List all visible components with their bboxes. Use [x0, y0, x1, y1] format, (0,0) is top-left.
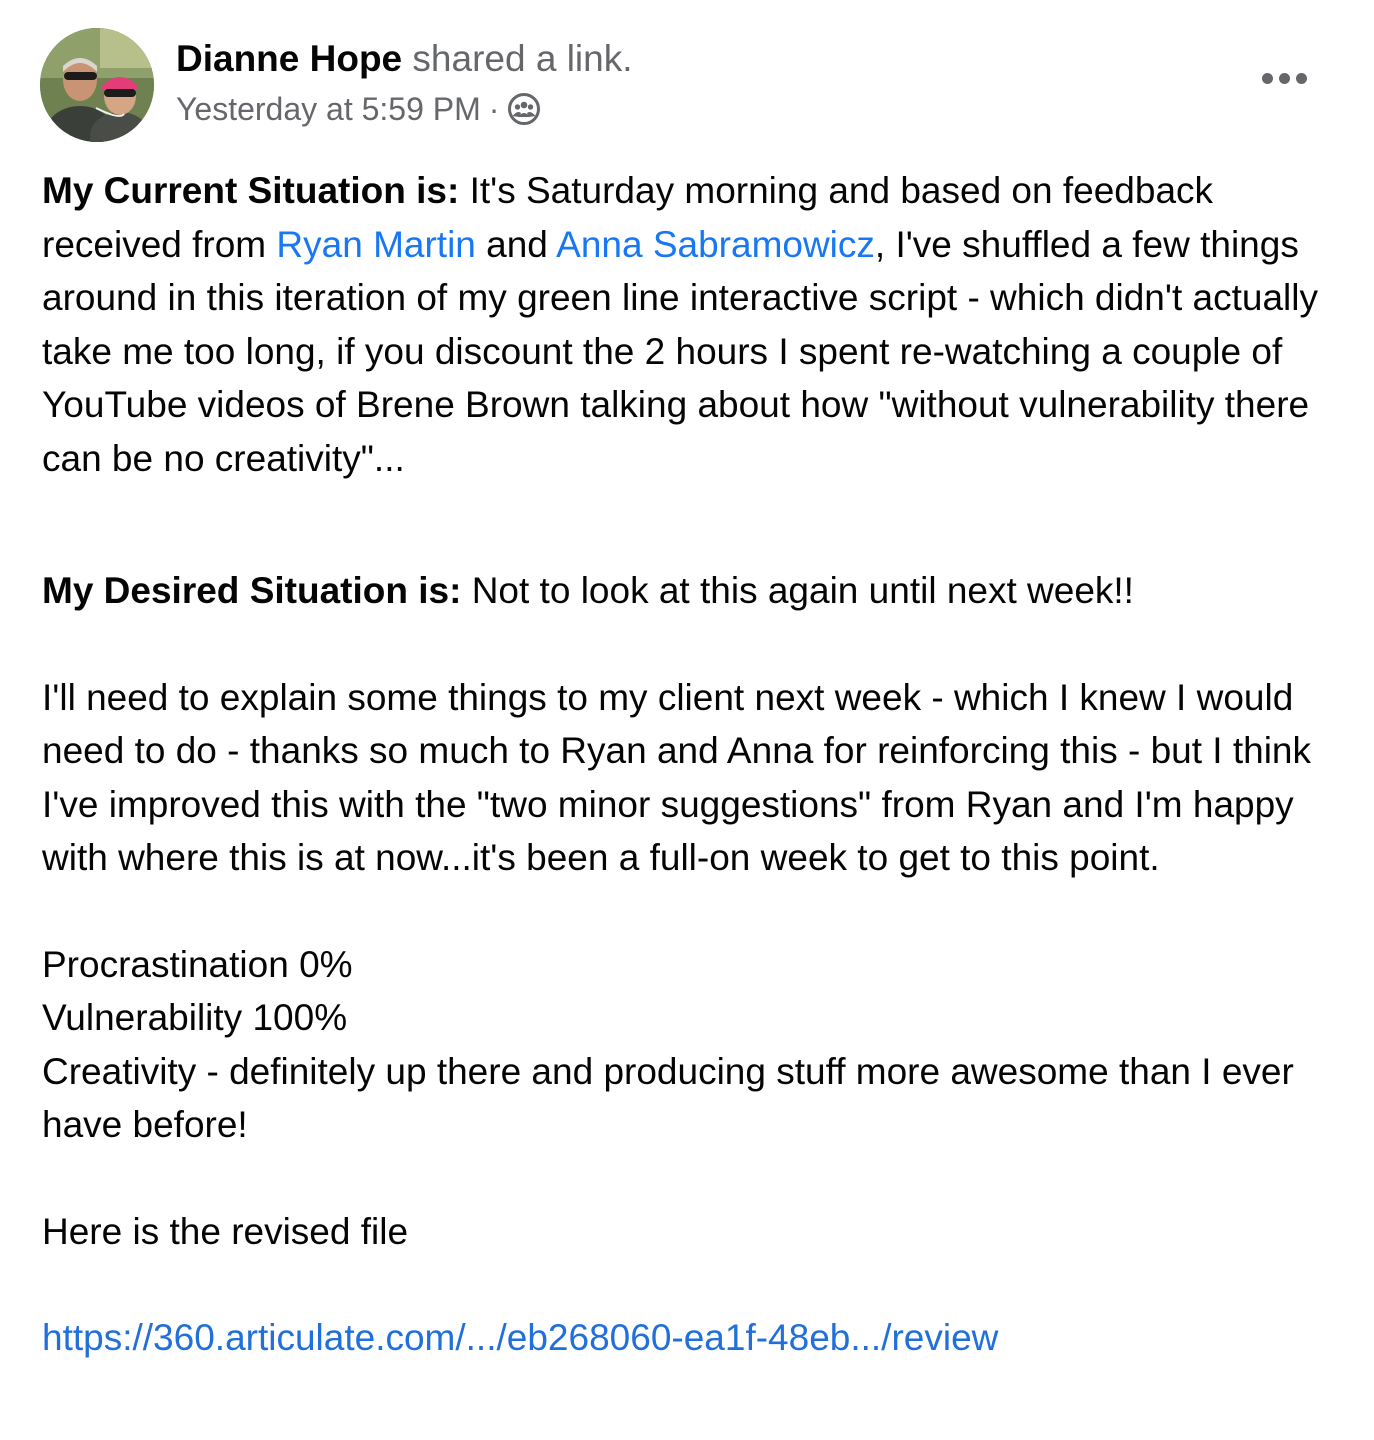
- post-card: Dianne Hope shared a link. Yesterday at …: [0, 0, 1374, 1440]
- revised-file-paragraph: Here is the revised file: [42, 1210, 409, 1252]
- group-icon: [507, 92, 541, 126]
- post-header: Dianne Hope shared a link. Yesterday at …: [176, 36, 1254, 130]
- profile-photo: [40, 28, 154, 142]
- explanation-paragraph: I'll need to explain some things to my c…: [42, 676, 1312, 879]
- stat-line: Procrastination 0%: [42, 943, 353, 985]
- mention-ryan-martin[interactable]: Ryan Martin: [276, 224, 475, 265]
- stat-line: Creativity - definitely up there and pro…: [42, 1050, 1294, 1146]
- paragraph-text: and: [486, 223, 548, 265]
- current-situation-paragraph: My Current Situation is: It's Saturday m…: [42, 164, 1332, 485]
- avatar[interactable]: [40, 28, 154, 142]
- author-name[interactable]: Dianne Hope: [176, 38, 402, 79]
- desired-situation-label: My Desired Situation is:: [42, 570, 462, 611]
- more-dot: [1261, 72, 1273, 84]
- meta-separator: ·: [488, 91, 500, 127]
- post-meta: Yesterday at 5:59 PM ·: [176, 88, 1254, 130]
- current-situation-label: My Current Situation is:: [42, 170, 460, 211]
- timestamp[interactable]: Yesterday at 5:59 PM: [176, 88, 481, 130]
- stat-line: Vulnerability 100%: [42, 997, 348, 1038]
- mention-anna-sabramowicz[interactable]: Anna Sabramowicz: [556, 224, 875, 265]
- action-text: shared a link.: [412, 38, 633, 79]
- more-options-icon[interactable]: [1256, 58, 1312, 98]
- more-dot: [1295, 72, 1307, 84]
- paragraph-text: Not to look at this again until next wee…: [471, 570, 1134, 611]
- author-line: Dianne Hope shared a link.: [176, 36, 1254, 82]
- post-body: My Current Situation is: It's Saturday m…: [42, 164, 1332, 1365]
- shared-link[interactable]: https://360.articulate.com/.../eb268060-…: [42, 1317, 998, 1358]
- more-dot: [1278, 72, 1290, 84]
- desired-situation-paragraph: My Desired Situation is: Not to look at …: [42, 564, 1332, 618]
